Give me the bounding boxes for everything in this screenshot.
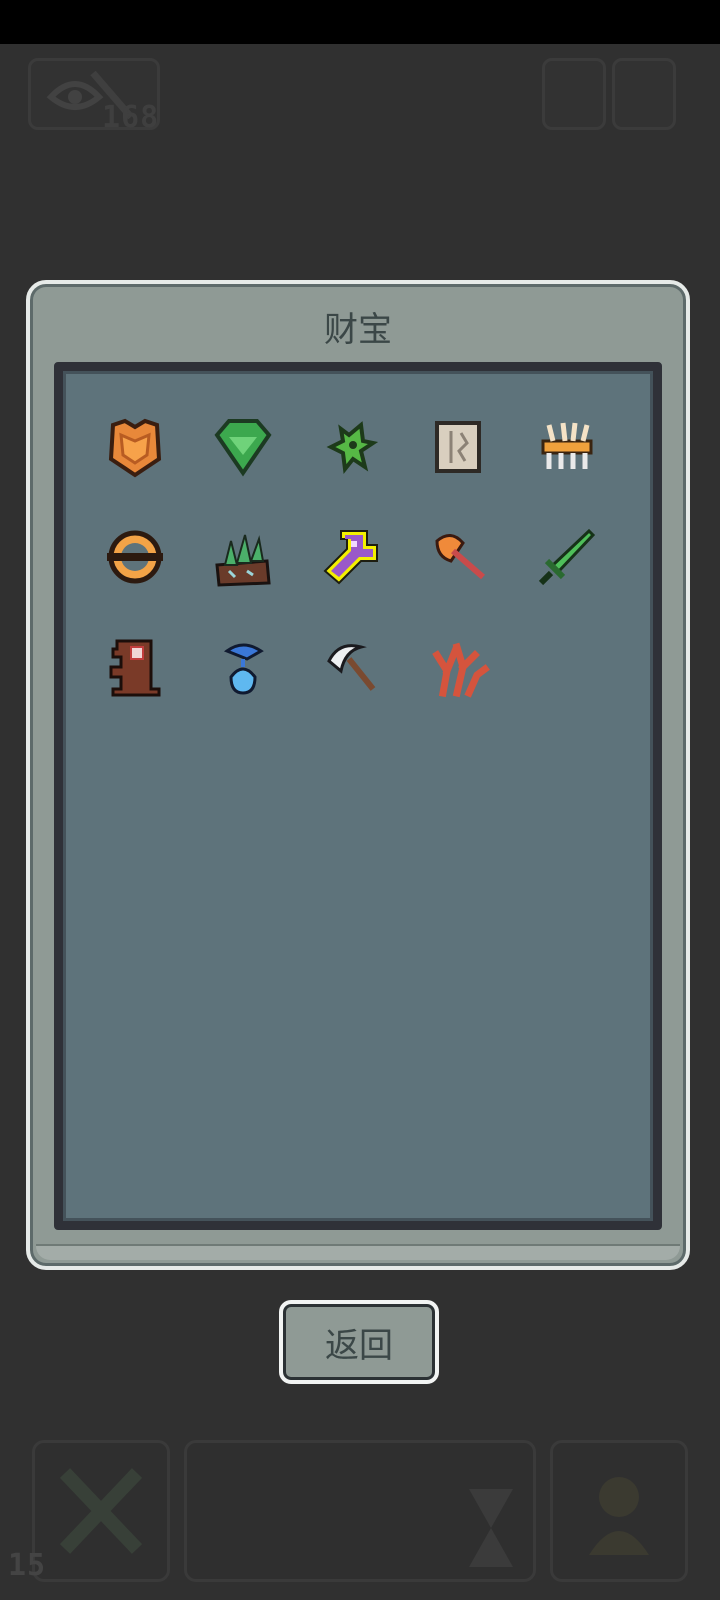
orange-ring-icon	[107, 530, 163, 584]
center-tile[interactable]	[184, 1440, 536, 1582]
back-button-label: 返回	[325, 1325, 393, 1366]
treasure-dialog: 财宝	[26, 280, 690, 1270]
back-button[interactable]: 返回	[279, 1300, 439, 1384]
menu-tile-1[interactable]	[542, 58, 606, 130]
purple-key-icon	[323, 530, 378, 585]
treasure-slot[interactable]	[207, 521, 279, 593]
person-icon	[589, 1477, 649, 1555]
orange-armor-icon	[108, 418, 162, 478]
treasure-slot[interactable]	[531, 411, 603, 483]
scythe-icon	[327, 644, 376, 691]
bone-claw-icon	[541, 422, 593, 469]
green-creature-icon	[326, 421, 379, 474]
hourglass-icon	[469, 1489, 513, 1567]
status-bar	[0, 0, 720, 44]
treasure-slot[interactable]	[423, 631, 495, 703]
treasure-grid	[54, 362, 662, 1230]
dialog-title: 财宝	[324, 310, 392, 350]
red-coral-icon	[432, 642, 490, 698]
wooden-totem-icon	[109, 639, 161, 697]
treasure-slot[interactable]	[423, 411, 495, 483]
green-sword-icon	[538, 528, 596, 586]
attack-tile[interactable]	[32, 1440, 170, 1582]
treasure-slot[interactable]	[315, 631, 387, 703]
treasure-slot[interactable]	[315, 411, 387, 483]
crystal-rock-icon	[215, 534, 271, 587]
treasure-slot[interactable]	[423, 521, 495, 593]
treasure-slot[interactable]	[531, 521, 603, 593]
blue-potion-icon	[223, 643, 264, 695]
fire-axe-icon	[435, 534, 485, 580]
treasure-slot[interactable]	[99, 411, 171, 483]
treasure-slot[interactable]	[99, 521, 171, 593]
treasure-slot[interactable]	[207, 411, 279, 483]
green-gem-icon	[214, 419, 272, 477]
resource-count: 168	[102, 100, 160, 135]
turn-count: 15	[8, 1548, 47, 1583]
treasure-slot-selected[interactable]	[315, 521, 387, 593]
parchment-scroll-icon	[435, 421, 481, 473]
crossed-swords-icon	[59, 1468, 143, 1554]
treasure-slot[interactable]	[99, 631, 171, 703]
treasure-slot[interactable]	[207, 631, 279, 703]
menu-tile-2[interactable]	[612, 58, 676, 130]
character-tile[interactable]	[550, 1440, 688, 1582]
